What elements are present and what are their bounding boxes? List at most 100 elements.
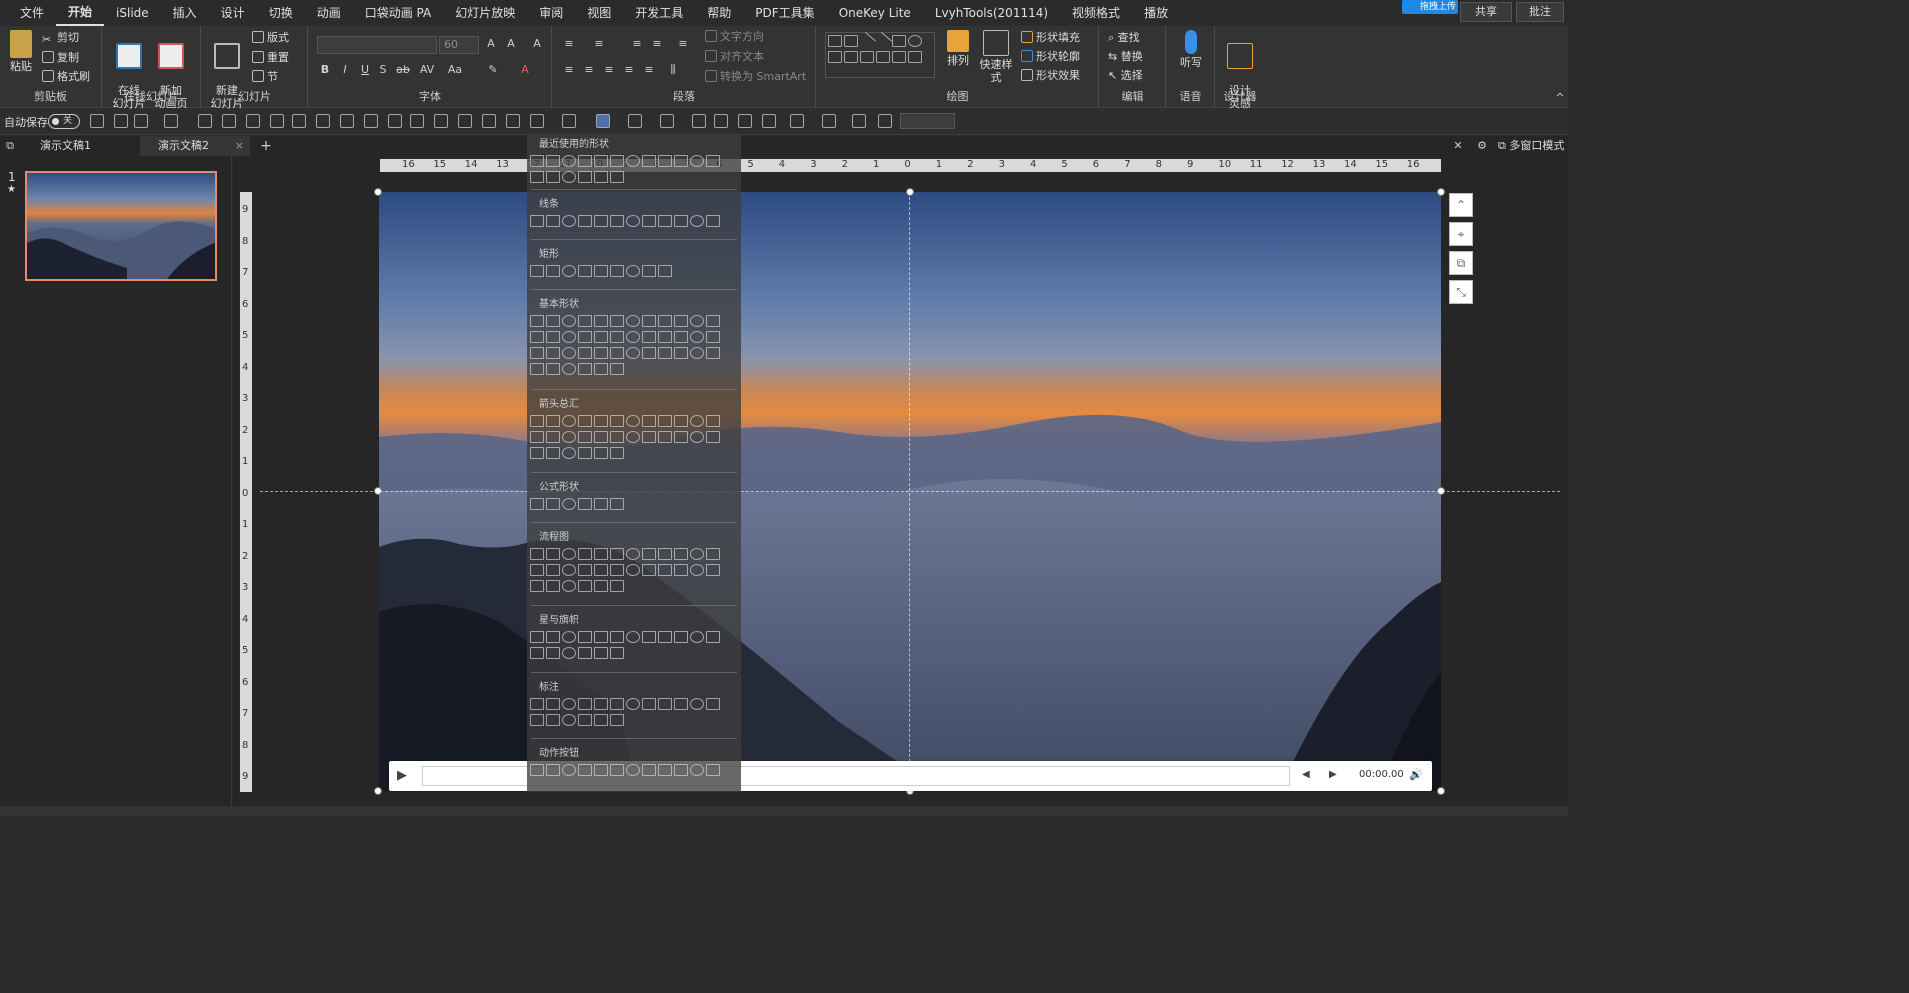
shape-item[interactable] [562,647,576,659]
shape-item[interactable] [610,171,624,183]
shape-item[interactable] [690,215,704,227]
shape-item[interactable] [546,155,560,167]
qat-tool-icon[interactable] [270,114,284,128]
shape-item[interactable] [642,265,656,277]
menu-tab-8[interactable]: 幻灯片放映 [443,0,527,26]
tab-document-1[interactable]: 演示文稿1 [22,136,138,156]
shape-item[interactable] [658,764,672,776]
shape-item[interactable] [642,315,656,327]
shape-item[interactable] [546,315,560,327]
shape-item[interactable] [690,548,704,560]
shape-item[interactable] [706,698,720,710]
share-button[interactable]: 共享 [1460,2,1512,22]
tab-document-2[interactable]: 演示文稿2 × [140,136,250,156]
shape-item[interactable] [626,631,640,643]
shape-item[interactable] [530,714,544,726]
shape-item[interactable] [610,415,624,427]
menu-tab-10[interactable]: 视图 [575,0,623,26]
shape-item[interactable] [610,347,624,359]
shape-item[interactable] [530,548,544,560]
clear-format-icon[interactable]: A [529,36,545,52]
shape-item[interactable] [578,415,592,427]
char-spacing-icon[interactable]: AV [419,62,435,78]
shape-item[interactable] [562,764,576,776]
format-painter-button[interactable]: 格式刷 [42,68,90,86]
font-name-combo[interactable] [317,36,437,54]
crop-target-icon[interactable]: ⌖ [1449,222,1473,246]
qat-tool-icon[interactable] [628,114,642,128]
shape-item[interactable] [674,698,688,710]
resize-handle-tr[interactable] [1437,188,1445,196]
menu-tab-1[interactable]: 开始 [56,0,105,26]
shape-item[interactable] [594,698,608,710]
shape-item[interactable] [642,155,656,167]
shape-item[interactable] [626,698,640,710]
italic-icon[interactable]: I [337,62,353,78]
shape-item[interactable] [546,764,560,776]
quick-styles-button[interactable]: 快速样式 [975,30,1017,84]
shape-item[interactable] [658,155,672,167]
qat-tool-icon[interactable] [660,114,674,128]
shape-item[interactable] [690,315,704,327]
highlight-icon[interactable]: ✎ [485,62,501,78]
new-tab-icon[interactable]: + [258,138,274,154]
shape-item[interactable] [642,548,656,560]
autosave-toggle[interactable]: 关 [48,114,80,129]
shape-item[interactable] [594,647,608,659]
shape-item[interactable] [578,363,592,375]
qat-tool-icon[interactable] [762,114,776,128]
shape-item[interactable] [578,171,592,183]
qat-tool-icon[interactable] [246,114,260,128]
shape-item[interactable] [578,347,592,359]
shape-item[interactable] [610,714,624,726]
shape-item[interactable] [530,315,544,327]
shape-item[interactable] [562,347,576,359]
columns-icon[interactable]: ⫼ [665,62,681,78]
shape-item[interactable] [706,564,720,576]
horizontal-guide[interactable] [260,491,1560,492]
shape-item[interactable] [562,431,576,443]
menu-tab-7[interactable]: 口袋动画 PA [353,0,444,26]
shape-item[interactable] [546,347,560,359]
shape-item[interactable] [706,331,720,343]
shape-item[interactable] [594,447,608,459]
shape-item[interactable] [610,548,624,560]
shape-item[interactable] [594,265,608,277]
shape-item[interactable] [690,631,704,643]
shape-item[interactable] [642,564,656,576]
shape-item[interactable] [626,315,640,327]
shape-item[interactable] [674,315,688,327]
shape-item[interactable] [546,580,560,592]
shape-item[interactable] [562,215,576,227]
qat-tool-icon[interactable] [714,114,728,128]
shape-item[interactable] [546,548,560,560]
copy-button[interactable]: 复制 [42,49,79,67]
arrange-button[interactable]: 排列 [943,30,973,67]
shape-item[interactable] [642,215,656,227]
shape-item[interactable] [562,315,576,327]
shape-item[interactable] [690,155,704,167]
shape-item[interactable] [530,215,544,227]
shape-item[interactable] [658,564,672,576]
qat-tool-icon[interactable] [388,114,402,128]
menu-tab-0[interactable]: 文件 [8,0,56,26]
shape-item[interactable] [626,265,640,277]
shape-item[interactable] [674,548,688,560]
shape-item[interactable] [690,331,704,343]
shape-item[interactable] [658,347,672,359]
shape-item[interactable] [658,431,672,443]
shape-item[interactable] [578,265,592,277]
shape-item[interactable] [530,647,544,659]
shape-item[interactable] [578,764,592,776]
shape-item[interactable] [626,347,640,359]
cut-button[interactable]: ✂ 剪切 [42,29,79,47]
qat-tool-icon[interactable] [114,114,128,128]
align-text-button[interactable]: 对齐文本 [705,48,764,66]
align-center-icon[interactable]: ≡ [581,62,597,78]
find-button[interactable]: ⌕ 查找 [1108,29,1140,47]
shape-item[interactable] [690,764,704,776]
shape-item[interactable] [578,647,592,659]
qat-tool-icon[interactable] [364,114,378,128]
tab-nav-icon[interactable]: ⧉ [2,138,18,154]
shape-item[interactable] [546,171,560,183]
